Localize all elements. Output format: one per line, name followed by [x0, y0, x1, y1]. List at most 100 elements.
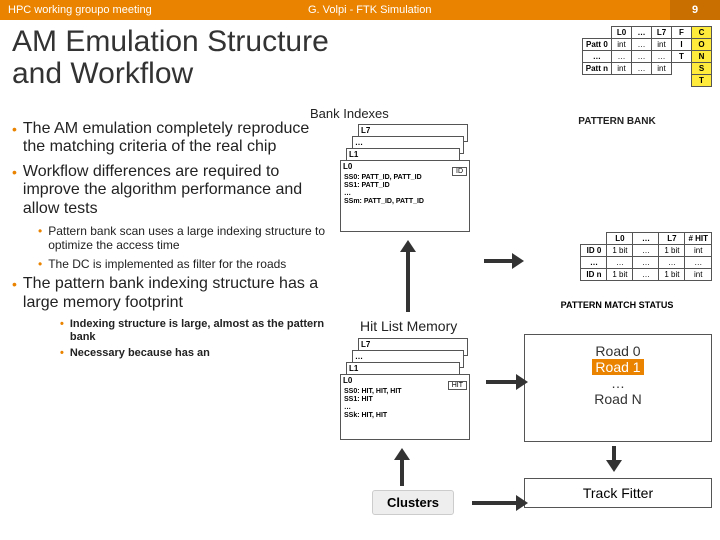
- hit-list-memory-label: Hit List Memory: [360, 318, 457, 334]
- roads-box: Road 0 Road 1 … Road N: [524, 334, 712, 442]
- pb-cell: …: [632, 51, 652, 63]
- slide-title: AM Emulation Structure and Workflow: [12, 26, 329, 89]
- pb-cell: int: [612, 63, 632, 75]
- pm-col-nhit: # HIT: [685, 233, 712, 245]
- title-line1: AM Emulation Structure: [12, 25, 329, 58]
- bullet-dot-icon: •: [12, 120, 17, 157]
- bullet-dot-icon: •: [60, 347, 64, 360]
- layer-l1: L1: [349, 150, 358, 159]
- page-number: 9: [670, 0, 720, 20]
- road-1: Road 1: [592, 359, 643, 375]
- bullet-1: The AM emulation completely reproduce th…: [23, 120, 327, 157]
- pb-col-l7: L7: [652, 27, 672, 39]
- pb-cell: …: [612, 51, 632, 63]
- pm-cell: …: [607, 257, 633, 269]
- pm-cell: …: [685, 257, 712, 269]
- pm-cell: 1 bit: [607, 245, 633, 257]
- header-center: G. Volpi - FTK Simulation: [228, 4, 712, 16]
- bullet-dot-icon: •: [12, 163, 17, 218]
- layer-l1: L1: [349, 364, 358, 373]
- arrow-up-icon: [394, 448, 410, 460]
- pb-cell: …: [652, 51, 672, 63]
- clusters-box: Clusters: [372, 490, 454, 515]
- pm-cell: 1 bit: [659, 245, 685, 257]
- arrow-stem: [406, 252, 410, 312]
- arrow-up-icon: [400, 240, 416, 252]
- pm-cell: 1 bit: [659, 269, 685, 281]
- layer-l7: L7: [361, 340, 370, 349]
- track-fitter-box: Track Fitter: [524, 478, 712, 508]
- pb-row-dots: …: [582, 51, 611, 63]
- pm-row-id0: ID 0: [581, 245, 607, 257]
- arrow-right-icon: [516, 374, 528, 390]
- pm-row-dots: …: [581, 257, 607, 269]
- pm-cell: …: [633, 257, 659, 269]
- ss-hit-list: SS0: HIT, HIT, HIT SS1: HIT … SSk: HIT, …: [344, 388, 466, 420]
- road-dots: …: [525, 375, 711, 391]
- pb-col-f: F: [672, 27, 692, 39]
- road-n: Road N: [525, 391, 711, 407]
- bullet-dot-icon: •: [12, 275, 17, 312]
- subsub-1: Indexing structure is large, almost as t…: [70, 318, 327, 344]
- header-bar: HPC working groupo meeting G. Volpi - FT…: [0, 0, 720, 20]
- bullet-dot-icon: •: [60, 318, 64, 344]
- pb-col-t2: T: [692, 75, 712, 87]
- pattern-bank-label: PATTERN BANK: [522, 116, 712, 127]
- pb-col-i: I: [672, 39, 692, 51]
- bullet-dot-icon: •: [38, 257, 42, 271]
- pm-col-l0: L0: [607, 233, 633, 245]
- title-line2: and Workflow: [12, 57, 193, 90]
- pb-col-s: S: [692, 63, 712, 75]
- pm-cell: …: [659, 257, 685, 269]
- subsub-2: Necessary because has an: [70, 347, 210, 360]
- pb-row-pattn: Patt n: [582, 63, 611, 75]
- ss-line: SS0: PATT_ID, PATT_ID: [344, 174, 466, 182]
- arrow-stem: [400, 460, 404, 486]
- layer-l0: L0: [343, 376, 352, 385]
- pm-cell: …: [633, 245, 659, 257]
- bullet-dot-icon: •: [38, 224, 42, 253]
- pb-col-t: T: [672, 51, 692, 63]
- bank-indexes-label: Bank Indexes: [310, 106, 389, 121]
- pm-col-l7: L7: [659, 233, 685, 245]
- body-text: • The AM emulation completely reproduce …: [12, 120, 327, 363]
- pb-col-l0: L0: [612, 27, 632, 39]
- arrow-right-icon: [516, 495, 528, 511]
- pm-cell: int: [685, 245, 712, 257]
- pb-col-o: O: [692, 39, 712, 51]
- pb-cell: int: [652, 39, 672, 51]
- arrow-down-icon: [606, 460, 622, 472]
- pb-row-patt0: Patt 0: [582, 39, 611, 51]
- ss-line: SSm: PATT_ID, PATT_ID: [344, 198, 466, 206]
- arrow-right-icon: [512, 253, 524, 269]
- ss-line: SS0: HIT, HIT, HIT: [344, 388, 466, 396]
- pm-col-dots: …: [633, 233, 659, 245]
- pm-cell: …: [633, 269, 659, 281]
- pm-cell: int: [685, 269, 712, 281]
- layer-l7: L7: [361, 126, 370, 135]
- ss-list: SS0: PATT_ID, PATT_ID SS1: PATT_ID … SSm…: [344, 174, 466, 206]
- pb-col-dots: …: [632, 27, 652, 39]
- pattern-match-status-table: L0 … L7 # HIT ID 0 1 bit … 1 bit int … ……: [580, 232, 712, 281]
- sub-bullet-2: The DC is implemented as filter for the …: [48, 257, 286, 271]
- ss-line: SS1: PATT_ID: [344, 182, 466, 190]
- pm-cell: 1 bit: [607, 269, 633, 281]
- road-0: Road 0: [525, 343, 711, 359]
- pb-cell: …: [632, 63, 652, 75]
- pb-col-c: C: [692, 27, 712, 39]
- pb-col-n: N: [692, 51, 712, 63]
- bullet-2: Workflow differences are required to imp…: [23, 163, 327, 218]
- pb-cell: …: [632, 39, 652, 51]
- pb-cell: int: [612, 39, 632, 51]
- pattern-match-status-label: PATTERN MATCH STATUS: [522, 300, 712, 310]
- ss-line: SSk: HIT, HIT: [344, 412, 466, 420]
- pattern-bank-table: L0 … L7 F C Patt 0 int … int I O … … … ……: [582, 26, 712, 87]
- pm-row-idn: ID n: [581, 269, 607, 281]
- ss-line: …: [344, 404, 466, 412]
- ss-line: SS1: HIT: [344, 396, 466, 404]
- layer-l0: L0: [343, 162, 352, 171]
- header-left: HPC working groupo meeting: [8, 4, 228, 16]
- sub-bullet-1: Pattern bank scan uses a large indexing …: [48, 224, 327, 253]
- ss-line: …: [344, 190, 466, 198]
- pb-cell: int: [652, 63, 672, 75]
